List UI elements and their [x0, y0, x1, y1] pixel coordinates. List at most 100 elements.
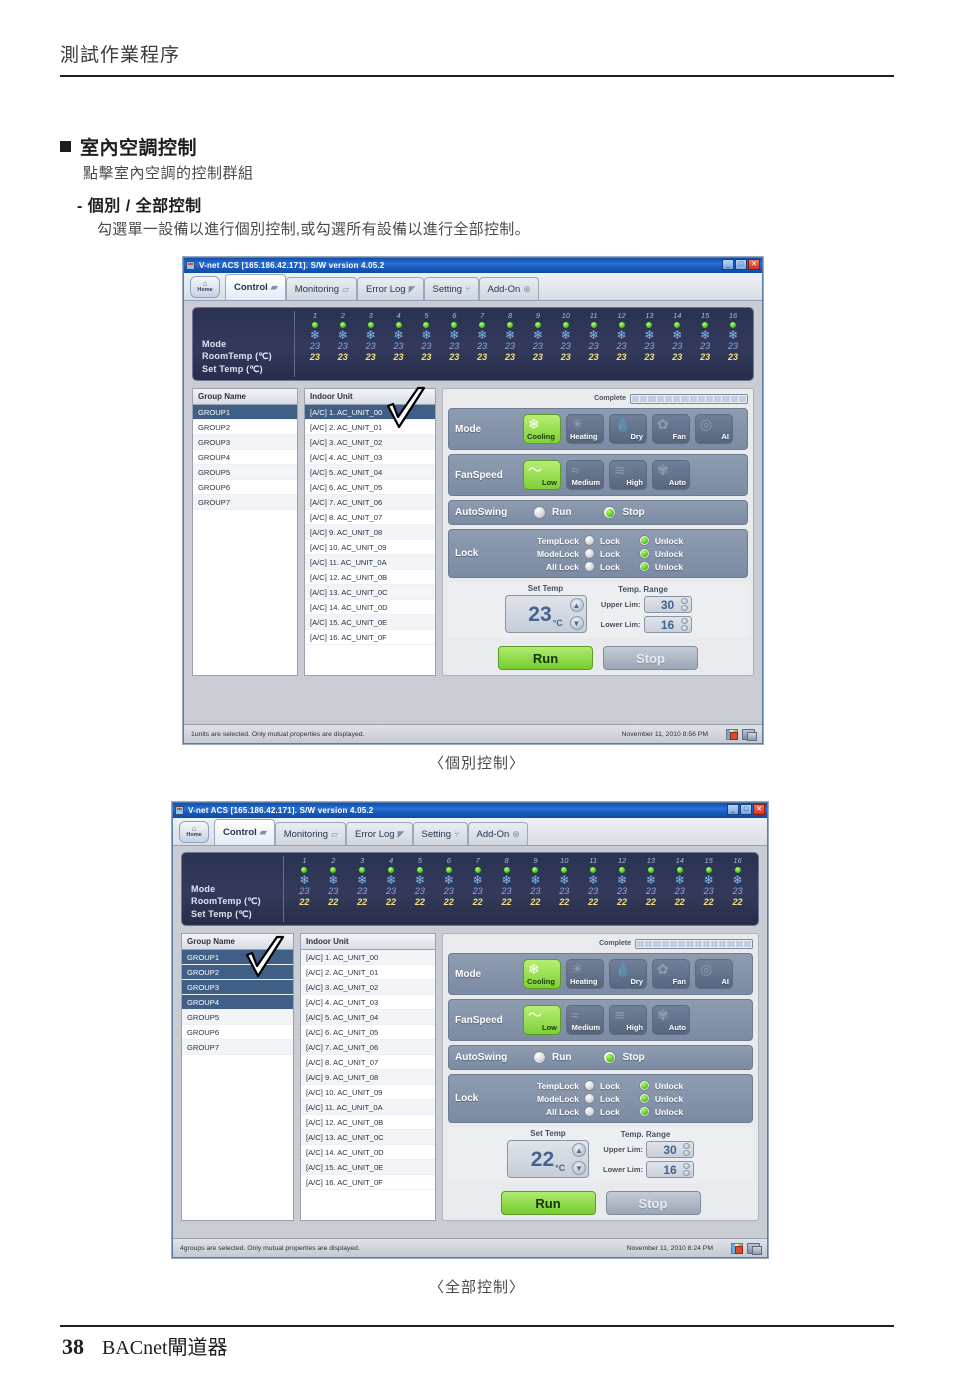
tab-monitoring[interactable]: Monitoring ▱ [285, 277, 357, 300]
minimize-button-2[interactable]: _ [727, 804, 739, 815]
group-list-item[interactable]: GROUP1 [182, 950, 293, 965]
group-list-body[interactable]: GROUP1 GROUP2 GROUP3 GROUP4 GROUP5 GROUP6 GROU… [193, 405, 297, 675]
unit-list-item[interactable]: [A/C] 7. AC_UNIT_06 [301, 1040, 435, 1055]
lower-limit-box[interactable]: 16 [643, 616, 692, 633]
set-temp-box-2[interactable]: 22 °C ▲ ▼ [507, 1140, 589, 1178]
unit-list-item[interactable]: [A/C] 9. AC_UNIT_08 [301, 1070, 435, 1085]
fanspeed-auto-button[interactable]: ✾ Auto [652, 1005, 690, 1035]
unit-list-item[interactable]: [A/C] 2. AC_UNIT_01 [301, 965, 435, 980]
group-list-item[interactable]: GROUP4 [193, 450, 297, 465]
chart-status-icon-2[interactable] [731, 1242, 743, 1254]
unit-list-item[interactable]: [A/C] 14. AC_UNIT_0D [301, 1145, 435, 1160]
unit-list-item[interactable]: [A/C] 16. AC_UNIT_0F [301, 1175, 435, 1190]
fanspeed-medium-button[interactable]: ≈ Medium [566, 460, 604, 490]
unit-list-item[interactable]: [A/C] 9. AC_UNIT_08 [305, 525, 435, 540]
unit-list-item[interactable]: [A/C] 11. AC_UNIT_0A [305, 555, 435, 570]
tab-add-on[interactable]: Add-On ⊕ [478, 277, 539, 300]
group-list-item[interactable]: GROUP3 [193, 435, 297, 450]
tab-control[interactable]: Control ▰ [225, 274, 286, 300]
network-status-icon[interactable] [742, 728, 757, 741]
mode-heating-button[interactable]: ☀ Heating [566, 414, 604, 444]
mode-cooling-button[interactable]: ❄ Cooling [523, 959, 561, 989]
lock-radio[interactable] [584, 548, 595, 559]
tab-monitoring-2[interactable]: Monitoring ▱ [274, 822, 346, 845]
unit-list-item[interactable]: [A/C] 8. AC_UNIT_07 [305, 510, 435, 525]
unlock-radio[interactable] [638, 561, 650, 572]
unlock-radio[interactable] [638, 1080, 650, 1091]
upper-limit-spinner[interactable] [680, 598, 688, 611]
unlock-radio[interactable] [638, 535, 650, 546]
group-list-item[interactable]: GROUP2 [193, 420, 297, 435]
unit-list-item[interactable]: [A/C] 3. AC_UNIT_02 [301, 980, 435, 995]
unit-list-item[interactable]: [A/C] 5. AC_UNIT_04 [305, 465, 435, 480]
group-list-item[interactable]: GROUP4 [182, 995, 293, 1010]
set-temp-spinner-2[interactable]: ▲ ▼ [572, 1143, 586, 1175]
unit-list-item[interactable]: [A/C] 15. AC_UNIT_0E [301, 1160, 435, 1175]
run-button[interactable]: Run [498, 646, 593, 670]
home-button[interactable]: ⌂ Home [190, 276, 220, 298]
unit-list-body-2[interactable]: [A/C] 1. AC_UNIT_00 [A/C] 2. AC_UNIT_01 [A… [301, 950, 435, 1220]
mode-dry-button[interactable]: 💧 Dry [609, 959, 647, 989]
upper-limit-box[interactable]: 30 [643, 596, 692, 613]
fanspeed-high-button[interactable]: ≋ High [609, 1005, 647, 1035]
fanspeed-auto-button[interactable]: ✾ Auto [652, 460, 690, 490]
unit-list-item[interactable]: [A/C] 7. AC_UNIT_06 [305, 495, 435, 510]
unit-list-item[interactable]: [A/C] 4. AC_UNIT_03 [305, 450, 435, 465]
mode-ai-button[interactable]: ◎ AI [695, 414, 733, 444]
set-temp-up-button[interactable]: ▲ [569, 598, 584, 612]
unit-list-item[interactable]: [A/C] 12. AC_UNIT_0B [305, 570, 435, 585]
set-temp-spinner[interactable]: ▲ ▼ [569, 598, 584, 630]
unit-list-item[interactable]: [A/C] 10. AC_UNIT_09 [305, 540, 435, 555]
unit-list-item[interactable]: [A/C] 14. AC_UNIT_0D [305, 600, 435, 615]
upper-limit-box-2[interactable]: 30 [646, 1141, 694, 1158]
mode-fan-button[interactable]: ✿ Fan [652, 414, 690, 444]
group-list-item[interactable]: GROUP7 [193, 495, 297, 510]
mode-heating-button[interactable]: ☀ Heating [566, 959, 604, 989]
unit-list-item[interactable]: [A/C] 10. AC_UNIT_09 [301, 1085, 435, 1100]
group-name-list[interactable]: Group Name GROUP1 GROUP2 GROUP3 GROUP4 GROUP… [192, 388, 298, 676]
tab-add-on-2[interactable]: Add-On ⊕ [467, 822, 528, 845]
unit-list-item[interactable]: [A/C] 13. AC_UNIT_0C [305, 585, 435, 600]
unit-list-item[interactable]: [A/C] 1. AC_UNIT_00 [305, 405, 435, 420]
tab-error-log[interactable]: Error Log ◤ [356, 277, 424, 300]
unit-list-item[interactable]: [A/C] 6. AC_UNIT_05 [305, 480, 435, 495]
group-list-item[interactable]: GROUP6 [193, 480, 297, 495]
lock-radio[interactable] [584, 1093, 595, 1104]
unit-list-item[interactable]: [A/C] 4. AC_UNIT_03 [301, 995, 435, 1010]
group-name-list-2[interactable]: Group Name GROUP1 GROUP2 GROUP3 GROUP4 GROUP… [181, 933, 294, 1221]
mode-cooling-button[interactable]: ❄ Cooling [523, 414, 561, 444]
set-temp-box[interactable]: 23 °C ▲ ▼ [504, 595, 587, 633]
group-list-item[interactable]: GROUP3 [182, 980, 293, 995]
run-button-2[interactable]: Run [500, 1191, 596, 1215]
unlock-radio[interactable] [638, 548, 650, 559]
mode-fan-button[interactable]: ✿ Fan [652, 959, 690, 989]
group-list-item[interactable]: GROUP7 [182, 1040, 293, 1055]
autoswing-stop-option-2[interactable]: Stop [603, 1051, 645, 1064]
unit-list-item[interactable]: [A/C] 12. AC_UNIT_0B [301, 1115, 435, 1130]
unit-list-body[interactable]: [A/C] 1. AC_UNIT_00 [A/C] 2. AC_UNIT_01 [A… [305, 405, 435, 675]
tab-setting[interactable]: Setting ⑂ [423, 277, 479, 300]
minimize-button[interactable]: _ [722, 259, 734, 270]
maximize-button[interactable]: □ [735, 259, 747, 270]
indoor-unit-list-2[interactable]: Indoor Unit [A/C] 1. AC_UNIT_00 [A/C] 2. … [300, 933, 436, 1221]
lock-radio[interactable] [584, 1080, 595, 1091]
set-temp-up-button-2[interactable]: ▲ [572, 1143, 586, 1157]
close-button-2[interactable]: ✕ [753, 804, 765, 815]
group-list-item[interactable]: GROUP5 [193, 465, 297, 480]
group-list-item[interactable]: GROUP6 [182, 1025, 293, 1040]
chart-status-icon[interactable] [726, 728, 738, 740]
group-list-item[interactable]: GROUP1 [193, 405, 297, 420]
fanspeed-medium-button[interactable]: ≈ Medium [566, 1005, 604, 1035]
unit-list-item[interactable]: [A/C] 16. AC_UNIT_0F [305, 630, 435, 645]
unit-list-item[interactable]: [A/C] 15. AC_UNIT_0E [305, 615, 435, 630]
indoor-unit-list[interactable]: Indoor Unit [A/C] 1. AC_UNIT_00 [A/C] 2. … [304, 388, 436, 676]
tab-error-log-2[interactable]: Error Log ◤ [345, 822, 413, 845]
maximize-button-2[interactable]: □ [740, 804, 752, 815]
fanspeed-high-button[interactable]: ≋ High [609, 460, 647, 490]
autoswing-run-radio-2[interactable] [533, 1051, 546, 1064]
autoswing-stop-radio[interactable] [603, 506, 617, 519]
stop-button-2[interactable]: Stop [605, 1191, 701, 1215]
network-status-icon-2[interactable] [747, 1242, 762, 1255]
set-temp-down-button-2[interactable]: ▼ [572, 1161, 586, 1175]
autoswing-run-option[interactable]: Run [533, 506, 571, 519]
